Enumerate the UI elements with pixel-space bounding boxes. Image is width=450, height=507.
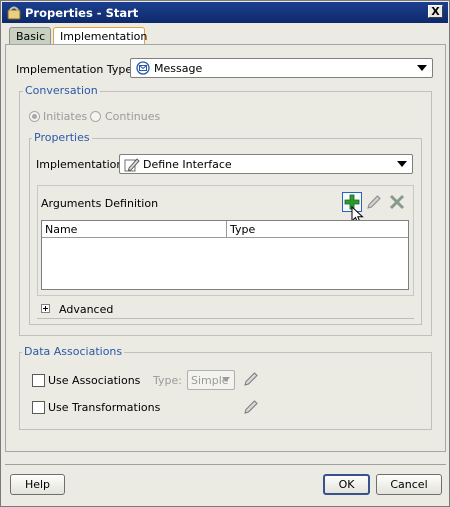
- radio-initiates[interactable]: [29, 111, 40, 122]
- implementation-select[interactable]: Define Interface: [119, 154, 413, 174]
- type-select[interactable]: Simple: [187, 370, 235, 390]
- ok-button[interactable]: OK: [323, 474, 370, 495]
- implementation-type-value: Message: [154, 62, 203, 75]
- radio-initiates-label: Initiates: [43, 110, 88, 123]
- delete-icon[interactable]: [389, 194, 405, 213]
- edit-association-icon[interactable]: [243, 371, 259, 390]
- use-associations-checkbox[interactable]: [32, 374, 45, 387]
- use-transformations-checkbox[interactable]: [32, 401, 45, 414]
- implementation-type-label: Implementation Type:: [16, 63, 136, 76]
- window-title: Properties - Start: [25, 6, 139, 20]
- advanced-expander[interactable]: [41, 304, 50, 313]
- title-bar[interactable]: Properties - Start X: [2, 2, 448, 23]
- column-header-name[interactable]: Name: [42, 221, 227, 238]
- implementation-value: Define Interface: [143, 158, 232, 171]
- data-associations-legend: Data Associations: [22, 345, 125, 358]
- pencil-document-icon: [124, 157, 140, 175]
- tab-implementation[interactable]: Implementation: [53, 27, 147, 45]
- cancel-button[interactable]: Cancel: [376, 474, 442, 495]
- properties-dialog: Properties - Start X Basic Implementatio…: [0, 0, 450, 507]
- edit-transformation-icon[interactable]: [243, 399, 259, 418]
- chevron-down-icon: [222, 377, 230, 382]
- edit-icon[interactable]: [366, 194, 382, 213]
- implementation-type-select[interactable]: Message: [130, 58, 433, 78]
- close-button[interactable]: X: [428, 5, 443, 18]
- advanced-divider: [37, 318, 414, 319]
- chevron-down-icon: [397, 161, 407, 167]
- use-transformations-label: Use Transformations: [48, 401, 161, 414]
- message-icon: [136, 61, 150, 78]
- radio-continues[interactable]: [90, 111, 101, 122]
- chevron-down-icon: [417, 65, 427, 71]
- app-icon: [6, 5, 22, 24]
- conversation-legend: Conversation: [23, 84, 100, 97]
- type-label: Type:: [153, 374, 182, 387]
- arguments-table[interactable]: Name Type: [41, 220, 409, 290]
- tab-basic[interactable]: Basic: [9, 27, 51, 45]
- help-button[interactable]: Help: [10, 474, 65, 495]
- arguments-title: Arguments Definition: [41, 197, 159, 210]
- use-associations-label: Use Associations: [48, 374, 141, 387]
- plus-icon: [43, 306, 48, 311]
- radio-continues-label: Continues: [105, 110, 161, 123]
- advanced-label[interactable]: Advanced: [59, 303, 113, 316]
- footer-divider: [5, 464, 446, 465]
- implementation-label: Implementation:: [36, 158, 128, 171]
- properties-legend: Properties: [32, 131, 92, 144]
- column-header-type[interactable]: Type: [227, 221, 408, 238]
- data-associations-group: [19, 352, 432, 430]
